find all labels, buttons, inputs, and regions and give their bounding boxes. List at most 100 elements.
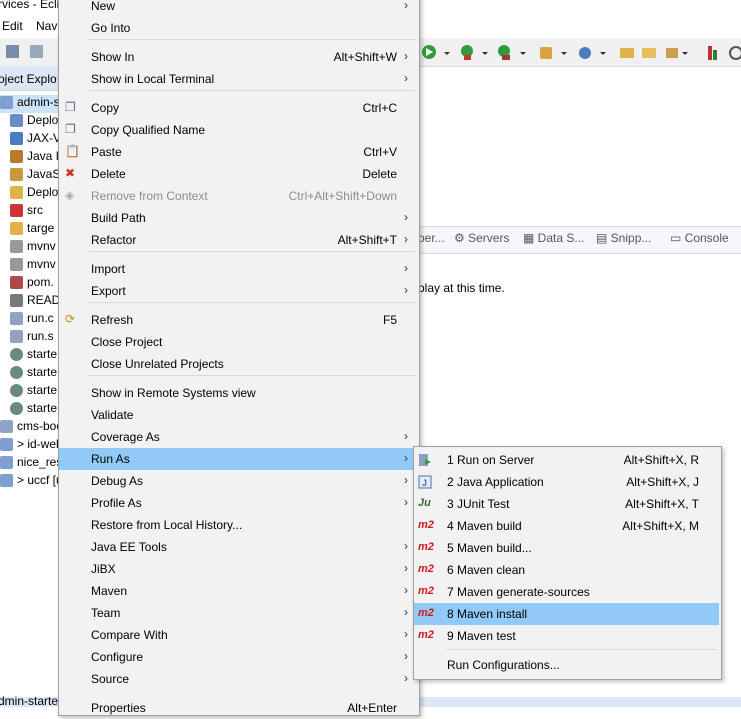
run-as-item-3-junit-test[interactable]: Ju 3 JUnit Test Alt+Shift+X, T bbox=[414, 493, 719, 515]
menu-item-maven[interactable]: Maven › bbox=[59, 580, 417, 602]
project-explorer-title: oject Explo bbox=[0, 72, 57, 86]
tree-row[interactable]: Deplo bbox=[10, 113, 58, 131]
run-as-item-shortcut: Alt+Shift+X, J bbox=[626, 475, 699, 489]
menu-item-refactor[interactable]: Refactor Alt+Shift+T › bbox=[59, 229, 417, 251]
tree-row[interactable]: starte bbox=[10, 365, 57, 383]
menu-item-properties[interactable]: Properties Alt+Enter bbox=[59, 697, 417, 719]
run-as-item-2-java-application[interactable]: J 2 Java Application Alt+Shift+X, J bbox=[414, 471, 719, 493]
menu-item-show-in-remote-systems-view[interactable]: Show in Remote Systems view bbox=[59, 382, 417, 404]
run-as-item-4-maven-build[interactable]: m2 4 Maven build Alt+Shift+X, M bbox=[414, 515, 719, 537]
save-icons[interactable] bbox=[6, 44, 52, 60]
run-as-item-run-configurations[interactable]: Run Configurations... bbox=[414, 654, 719, 676]
run-as-item-6-maven-clean[interactable]: m2 6 Maven clean bbox=[414, 559, 719, 581]
tree-row[interactable]: JAX-V bbox=[10, 131, 61, 149]
submenu-arrow-icon: › bbox=[404, 232, 408, 246]
tree-row[interactable]: pom. bbox=[10, 275, 54, 293]
tree-row[interactable]: mvnv bbox=[10, 239, 56, 257]
menu-item-profile-as[interactable]: Profile As › bbox=[59, 492, 417, 514]
menu-item-source[interactable]: Source › bbox=[59, 668, 417, 690]
tree-row[interactable]: admin-st bbox=[0, 95, 63, 113]
menu-item-restore-from-local-history[interactable]: Restore from Local History... bbox=[59, 514, 417, 536]
menu-item-shortcut: Ctrl+Alt+Shift+Down bbox=[288, 189, 397, 203]
tab-data-source[interactable]: ▦ Data S... bbox=[523, 231, 584, 245]
menu-item-refresh[interactable]: ⟳ Refresh F5 bbox=[59, 309, 417, 331]
menu-item-shortcut: Ctrl+C bbox=[362, 101, 397, 115]
tree-row[interactable]: run.s bbox=[10, 329, 54, 347]
tree-row[interactable]: src bbox=[10, 203, 43, 221]
tree-row[interactable]: JavaS bbox=[10, 167, 60, 185]
tree-node-icon bbox=[10, 330, 23, 344]
menu-item-close-unrelated-projects[interactable]: Close Unrelated Projects bbox=[59, 353, 417, 375]
menu-item-copy[interactable]: ❐ Copy Ctrl+C bbox=[59, 97, 417, 119]
run-as-item-9-maven-test[interactable]: m2 9 Maven test bbox=[414, 625, 719, 647]
menu-item-team[interactable]: Team › bbox=[59, 602, 417, 624]
run-as-item-8-maven-install[interactable]: m2 8 Maven install bbox=[414, 603, 719, 625]
tab-snippets[interactable]: ▤ Snipp... bbox=[596, 231, 651, 245]
tree-node-icon bbox=[0, 438, 13, 452]
tree-node-icon bbox=[0, 474, 13, 488]
tree-row-label: mvnv bbox=[27, 257, 56, 271]
menu-item-label: JiBX bbox=[91, 562, 116, 576]
menu-item-jibx[interactable]: JiBX › bbox=[59, 558, 417, 580]
tree-row[interactable]: mvnv bbox=[10, 257, 56, 275]
tree-row[interactable]: > id-web bbox=[0, 437, 63, 455]
run-as-item-5-maven-build[interactable]: m2 5 Maven build... bbox=[414, 537, 719, 559]
tab-servers[interactable]: ⚙ Servers bbox=[454, 231, 509, 245]
tree-node-icon bbox=[10, 240, 23, 254]
tree-row[interactable]: cms-boo bbox=[0, 419, 63, 437]
tree-row[interactable]: Deplo bbox=[10, 185, 58, 203]
submenu-arrow-icon: › bbox=[404, 671, 408, 685]
menu-item-label: Java EE Tools bbox=[91, 540, 167, 554]
menu-item-new[interactable]: New › bbox=[59, 0, 417, 17]
menu-item-label: Show In bbox=[91, 50, 135, 64]
menu-item-show-in[interactable]: Show In Alt+Shift+W › bbox=[59, 46, 417, 68]
servers-icon: ⚙ bbox=[454, 231, 469, 245]
menu-item-import[interactable]: Import › bbox=[59, 258, 417, 280]
menu-item-show-in-local-terminal[interactable]: Show in Local Terminal › bbox=[59, 68, 417, 90]
tree-row[interactable]: nice_rest bbox=[0, 455, 66, 473]
tree-row[interactable]: READ bbox=[10, 293, 60, 311]
run-as-item-label: 8 Maven install bbox=[447, 607, 528, 621]
tree-node-icon bbox=[10, 348, 23, 362]
menu-item-configure[interactable]: Configure › bbox=[59, 646, 417, 668]
menu-item-debug-as[interactable]: Debug As › bbox=[59, 470, 417, 492]
menu-item-paste[interactable]: 📋 Paste Ctrl+V bbox=[59, 141, 417, 163]
tree-row[interactable]: targe bbox=[10, 221, 54, 239]
menu-item-delete[interactable]: ✖ Delete Delete bbox=[59, 163, 417, 185]
menu-item-build-path[interactable]: Build Path › bbox=[59, 207, 417, 229]
copy-icon: ❐ bbox=[65, 122, 76, 136]
submenu-arrow-icon: › bbox=[404, 71, 408, 85]
tab-console[interactable]: ▭ Console bbox=[670, 231, 729, 245]
menu-item-go-into[interactable]: Go Into bbox=[59, 17, 417, 39]
save-icon bbox=[6, 45, 19, 58]
perspective-icon bbox=[729, 46, 741, 60]
menu-item-coverage-as[interactable]: Coverage As › bbox=[59, 426, 417, 448]
menu-item-close-project[interactable]: Close Project bbox=[59, 331, 417, 353]
tab-properties[interactable]: per... bbox=[418, 231, 445, 245]
tree-row[interactable]: starte bbox=[10, 383, 57, 401]
menu-item-export[interactable]: Export › bbox=[59, 280, 417, 302]
menu-item-validate[interactable]: Validate bbox=[59, 404, 417, 426]
menu-item-copy-qualified-name[interactable]: ❐ Copy Qualified Name bbox=[59, 119, 417, 141]
menu-item-compare-with[interactable]: Compare With › bbox=[59, 624, 417, 646]
run-as-item-7-maven-generate-sources[interactable]: m2 7 Maven generate-sources bbox=[414, 581, 719, 603]
tree-row[interactable]: Java I bbox=[10, 149, 59, 167]
tree-row[interactable]: > uccf [u bbox=[0, 473, 63, 491]
submenu-arrow-icon: › bbox=[404, 429, 408, 443]
tree-row-bottom[interactable]: dmin-starte bbox=[0, 694, 58, 708]
run-as-item-label: 6 Maven clean bbox=[447, 563, 526, 577]
submenu-arrow-icon: › bbox=[404, 261, 408, 275]
menu-item-run-as[interactable]: Run As › bbox=[59, 448, 417, 470]
chevron-down-icon bbox=[444, 52, 450, 55]
tree-row[interactable]: run.c bbox=[10, 311, 54, 329]
menu-edit[interactable]: Edit bbox=[2, 19, 23, 33]
run-as-item-1-run-on-server[interactable]: 1 Run on Server Alt+Shift+X, R bbox=[414, 449, 719, 471]
menu-item-java-ee-tools[interactable]: Java EE Tools › bbox=[59, 536, 417, 558]
tree-row[interactable]: starte bbox=[10, 347, 57, 365]
submenu-arrow-icon: › bbox=[404, 649, 408, 663]
toolbar-icons[interactable] bbox=[420, 44, 741, 62]
menu-navigate[interactable]: Nav bbox=[36, 19, 57, 33]
menu-item-shortcut: Alt+Enter bbox=[347, 701, 397, 715]
tree-row[interactable]: starte bbox=[10, 401, 57, 419]
tree-node-icon bbox=[10, 294, 23, 308]
